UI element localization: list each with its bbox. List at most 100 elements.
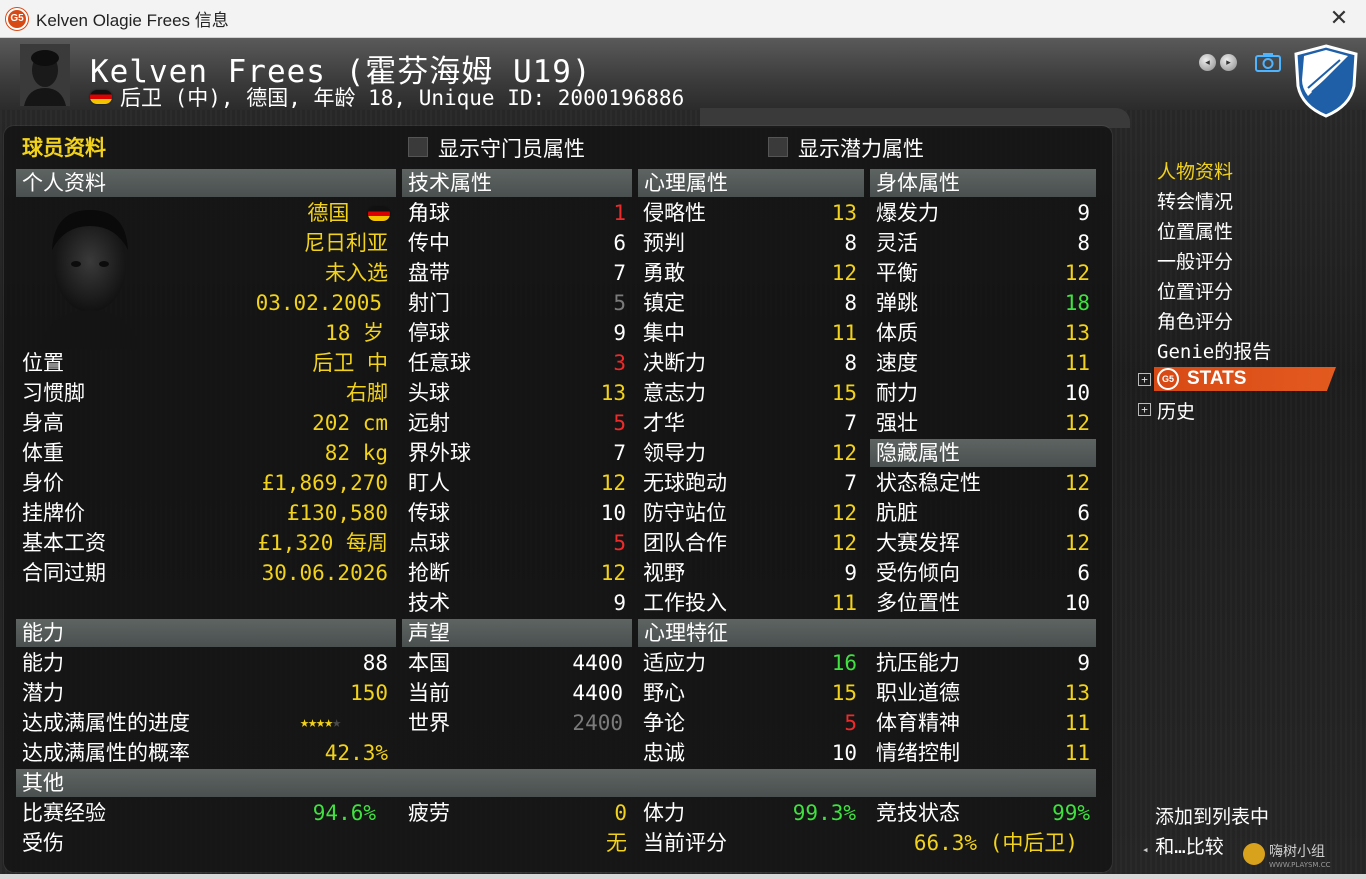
trait-row-label: 适应力 (643, 651, 706, 675)
personal-row-value: 30.06.2026 (261, 561, 388, 585)
reputation-row-label: 当前 (408, 681, 450, 705)
form-value: 99% (1052, 801, 1090, 825)
physical-attr-label: 灵活 (876, 231, 918, 255)
physical-attr-value: 12 (1064, 261, 1090, 285)
section-physical: 身体属性 (870, 169, 1096, 197)
technical-attr-value: 5 (613, 291, 626, 315)
mental-attr-label: 勇敢 (643, 261, 685, 285)
ability-row-label: 达成满属性的进度 (22, 711, 190, 735)
trait-row-value: 5 (844, 711, 857, 735)
history-expand-toggle[interactable]: + (1138, 403, 1151, 416)
mental-attr-label: 镇定 (643, 291, 685, 315)
physical-attr-label: 弹跳 (876, 291, 918, 315)
menu-item-2[interactable]: 位置属性 (1157, 217, 1233, 244)
show-potential-attributes-label: 显示潜力属性 (798, 137, 924, 161)
section-ability: 能力 (16, 619, 396, 647)
physical-attr-value: 13 (1064, 321, 1090, 345)
mental-attr-value: 12 (831, 261, 857, 285)
player-subtitle-text: 后卫 (中), 德国, 年龄 18, Unique ID: 2000196886 (120, 86, 685, 110)
personal-row-value: 202 cm (312, 411, 388, 435)
menu-item-0[interactable]: 人物资料 (1157, 157, 1233, 184)
age-value: 18 岁 (325, 321, 384, 345)
menu-item-1[interactable]: 转会情况 (1157, 187, 1233, 214)
technical-attr-label: 盘带 (408, 261, 450, 285)
hidden-attr-label: 状态稳定性 (876, 471, 981, 495)
personal-row-label: 合同过期 (22, 561, 106, 585)
ability-row-label: 能力 (22, 651, 64, 675)
mental-attr-label: 决断力 (643, 351, 706, 375)
mental-attr-value: 7 (844, 471, 857, 495)
mental-attr-value: 15 (831, 381, 857, 405)
personal-row-label: 基本工资 (22, 531, 106, 555)
mental-attr-value: 13 (831, 201, 857, 225)
add-to-list-button[interactable]: 添加到列表中 (1155, 802, 1269, 829)
trait-row-label: 争论 (643, 711, 685, 735)
menu-item-4[interactable]: 位置评分 (1157, 277, 1233, 304)
physical-attr-value: 12 (1064, 411, 1090, 435)
reputation-row-value: 4400 (572, 651, 623, 675)
close-button[interactable]: ✕ (1326, 6, 1352, 32)
section-traits: 心理特征 (638, 619, 1096, 647)
trait-row-value: 16 (831, 651, 857, 675)
technical-attr-value: 5 (613, 531, 626, 555)
menu-item-3[interactable]: 一般评分 (1157, 247, 1233, 274)
club-badge-icon (1294, 44, 1358, 118)
physical-attr-label: 速度 (876, 351, 918, 375)
nationality-value: 德国 (200, 198, 390, 228)
mental-attr-label: 视野 (643, 561, 685, 585)
trait-row-label: 野心 (643, 681, 685, 705)
section-reputation: 声望 (402, 619, 632, 647)
hidden-attr-label: 肮脏 (876, 501, 918, 525)
panel-title: 球员资料 (22, 136, 106, 160)
player-header: Kelven Frees (霍芬海姆 U19) 后卫 (中), 德国, 年龄 1… (0, 38, 1366, 118)
show-potential-attributes-checkbox[interactable] (768, 137, 788, 157)
mental-attr-label: 侵略性 (643, 201, 706, 225)
reputation-row-label: 世界 (408, 711, 450, 735)
menu-item-6[interactable]: Genie的报告 (1157, 337, 1271, 364)
technical-attr-label: 传球 (408, 501, 450, 525)
trait-attr-value: 9 (1077, 651, 1090, 675)
physical-attr-value: 10 (1064, 381, 1090, 405)
injury-label: 受伤 (22, 831, 64, 855)
technical-attr-label: 点球 (408, 531, 450, 555)
stats-expand-toggle[interactable]: + (1138, 373, 1151, 386)
personal-row-label: 体重 (22, 441, 64, 465)
second-nationality-value: 尼日利亚 (304, 231, 388, 255)
ability-row-value: 150 (350, 681, 388, 705)
technical-attr-value: 7 (613, 441, 626, 465)
technical-attr-value: 9 (613, 321, 626, 345)
match-exp-label: 比赛经验 (22, 801, 106, 825)
physical-attr-label: 爆发力 (876, 201, 939, 225)
technical-attr-label: 传中 (408, 231, 450, 255)
next-player-button[interactable]: ▸ (1220, 54, 1237, 71)
reputation-row-label: 本国 (408, 651, 450, 675)
reputation-row-value: 2400 (572, 711, 623, 735)
menu-item-5[interactable]: 角色评分 (1157, 307, 1233, 334)
camera-icon[interactable] (1254, 51, 1282, 73)
window-title: Kelven Olagie Frees 信息 (36, 11, 229, 30)
rating-label: 当前评分 (643, 831, 727, 855)
mental-attr-label: 预判 (643, 231, 685, 255)
technical-attr-label: 头球 (408, 381, 450, 405)
ability-row-value: 88 (362, 651, 388, 675)
birth-date-value: 03.02.2005 (255, 291, 382, 315)
mental-attr-value: 9 (844, 561, 857, 585)
compare-button[interactable]: ◂ 和…比较 (1142, 832, 1224, 859)
trait-attr-label: 体育精神 (876, 711, 960, 735)
menu-item-stats[interactable]: G5 STATS (1154, 367, 1336, 391)
stamina-label: 体力 (643, 801, 685, 825)
full-attribute-progress-stars: ★★★★★ (300, 713, 341, 731)
previous-player-button[interactable]: ◂ (1199, 54, 1216, 71)
injury-value: 无 (606, 831, 627, 855)
technical-attr-value: 3 (613, 351, 626, 375)
technical-attr-value: 10 (600, 501, 626, 525)
stars-filled: ★★★★ (300, 713, 333, 731)
section-personal: 个人资料 (16, 169, 396, 197)
technical-attr-value: 1 (613, 201, 626, 225)
stars-empty: ★ (332, 713, 341, 731)
menu-item-history[interactable]: 历史 (1157, 397, 1195, 424)
hidden-attr-label: 大赛发挥 (876, 531, 960, 555)
hidden-attr-value: 12 (1064, 531, 1090, 555)
personal-row-value: £1,869,270 (261, 471, 388, 495)
show-gk-attributes-checkbox[interactable] (408, 137, 428, 157)
